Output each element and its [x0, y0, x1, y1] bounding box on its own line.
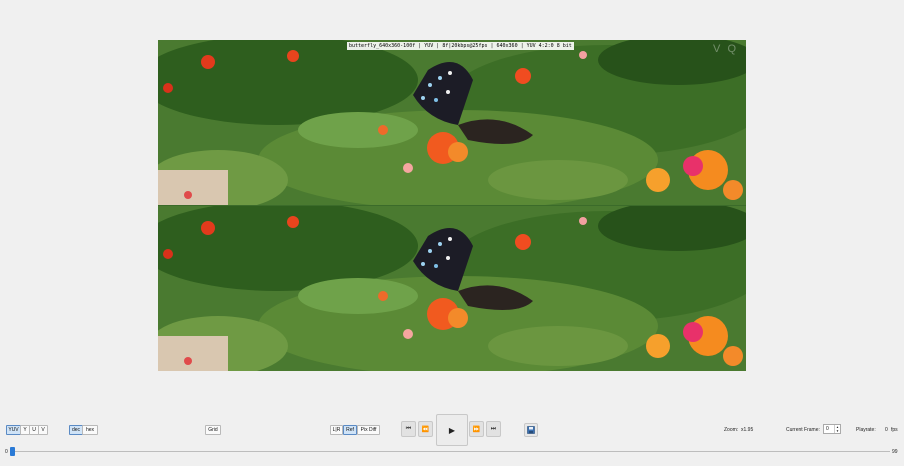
butterfly-image-top: [158, 40, 746, 205]
slider-min-label: 0: [5, 449, 8, 455]
frame-slider-handle[interactable]: [10, 447, 15, 456]
save-icon: [527, 426, 535, 434]
slider-max-label: 99: [892, 449, 898, 455]
video-viewer[interactable]: butterfly_640x360-100f | YUV | 8f|20kbps…: [158, 40, 746, 371]
top-frame: [158, 40, 746, 205]
grid-button[interactable]: Grid: [205, 425, 221, 435]
view-ref-button[interactable]: Ref: [343, 425, 357, 435]
skip-to-start-button[interactable]: ⏮: [401, 421, 416, 437]
current-frame-label: Current Frame:: [786, 427, 820, 433]
dec-button[interactable]: dec: [69, 425, 83, 435]
hex-button[interactable]: hex: [82, 425, 98, 435]
skip-end-icon: ⏭: [490, 425, 497, 432]
spin-arrows-icon[interactable]: ▲ ▼: [834, 425, 840, 433]
play-icon: ▶: [448, 425, 456, 435]
butterfly-image-bottom: [158, 206, 746, 371]
step-forward-button[interactable]: ⏩: [469, 421, 484, 437]
watermark: V Q: [713, 43, 738, 55]
playrate-label: Playrate:: [856, 427, 876, 433]
bottom-frame: [158, 206, 746, 371]
channel-yuv-button[interactable]: YUV: [6, 425, 21, 435]
current-frame-spinbox[interactable]: 0 ▲ ▼: [823, 424, 841, 434]
view-lr-button[interactable]: L|R: [330, 425, 343, 435]
save-button[interactable]: [524, 423, 538, 437]
zoom-label: Zoom:: [724, 427, 739, 433]
zoom-value: x1.95: [741, 427, 754, 433]
playrate-unit: fps: [891, 427, 898, 433]
skip-start-icon: ⏮: [405, 425, 412, 432]
video-info-overlay: butterfly_640x360-100f | YUV | 8f|20kbps…: [347, 42, 574, 50]
step-back-button[interactable]: ⏪: [418, 421, 433, 437]
frame-slider-track[interactable]: [14, 451, 890, 452]
play-button[interactable]: ▶: [436, 414, 468, 446]
view-pixdiff-button[interactable]: Pix Diff: [357, 425, 380, 435]
step-forward-icon: ⏩: [472, 426, 481, 433]
skip-to-end-button[interactable]: ⏭: [486, 421, 501, 437]
step-back-icon: ⏪: [421, 426, 430, 433]
channel-v-button[interactable]: V: [38, 425, 48, 435]
current-frame-value: 0: [826, 426, 829, 432]
playrate-value: 0: [885, 427, 888, 433]
